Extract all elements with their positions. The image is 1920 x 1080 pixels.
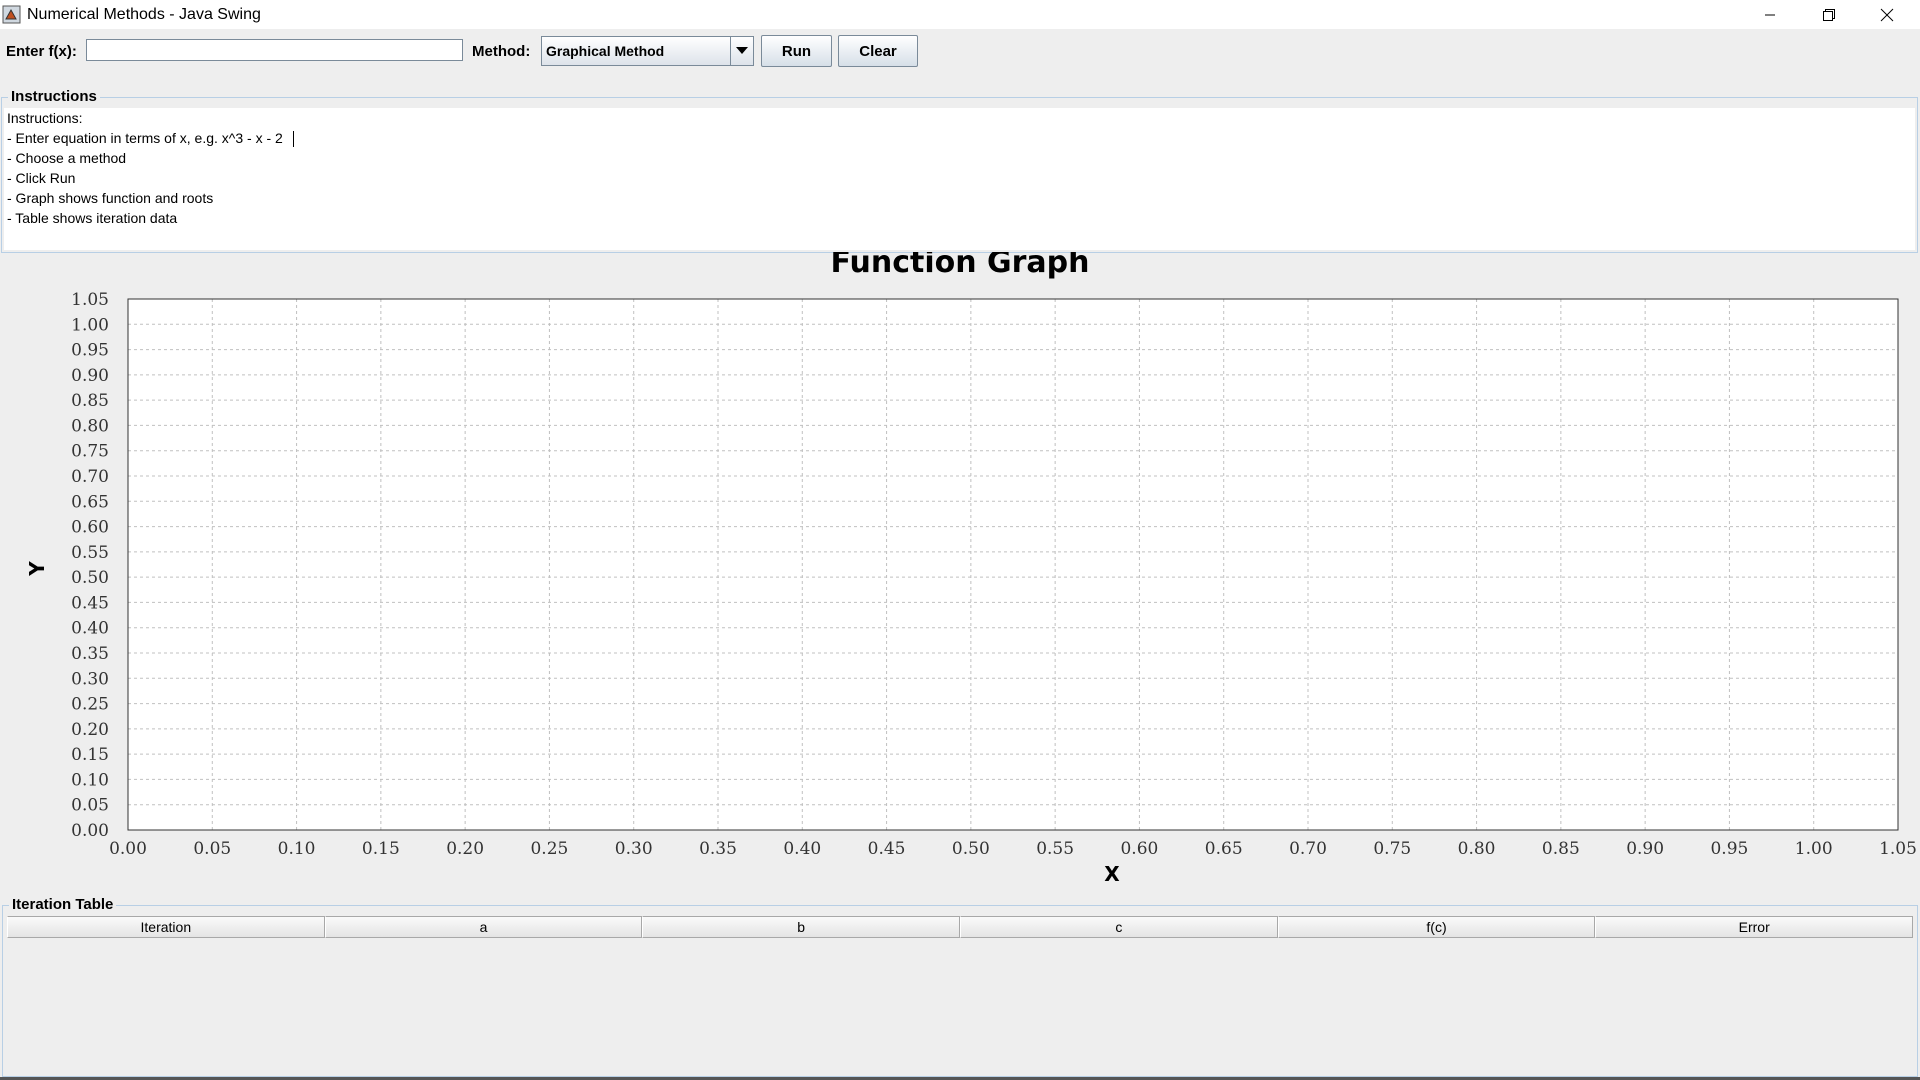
y-axis-label: Y <box>25 561 49 577</box>
title-bar: Numerical Methods - Java Swing <box>0 0 1920 29</box>
fx-input[interactable] <box>86 39 463 61</box>
x-tick-label: 0.35 <box>699 839 737 859</box>
minimize-button[interactable] <box>1741 0 1799 29</box>
restore-button[interactable] <box>1800 0 1858 29</box>
function-graph-chart[interactable]: Function Graph 0.00 0.05 0.10 0.15 0.20 0.25 0… <box>0 252 1920 892</box>
plot-background <box>128 299 1898 830</box>
window-title: Numerical Methods - Java Swing <box>27 6 261 23</box>
x-tick-label: 0.85 <box>1542 839 1580 859</box>
x-tick-label: 0.90 <box>1626 839 1664 859</box>
y-tick-label: 0.75 <box>71 442 109 462</box>
method-label: Method: <box>472 43 531 60</box>
method-select[interactable]: Graphical Method <box>541 36 754 66</box>
fx-label: Enter f(x): <box>6 43 77 60</box>
close-icon <box>1880 8 1894 21</box>
restore-icon <box>1823 8 1835 21</box>
chevron-down-icon <box>736 47 748 54</box>
column-header-error[interactable]: Error <box>1595 916 1914 938</box>
column-header-b[interactable]: b <box>642 916 961 938</box>
y-tick-label: 0.35 <box>71 644 109 664</box>
x-tick-label: 0.60 <box>1120 839 1158 859</box>
java-app-icon <box>2 5 21 24</box>
close-button[interactable] <box>1858 0 1916 29</box>
y-tick-label: 0.30 <box>71 669 109 689</box>
x-tick-label: 0.40 <box>783 839 821 859</box>
x-tick-label: 0.10 <box>278 839 316 859</box>
x-tick-label: 0.70 <box>1289 839 1327 859</box>
y-tick-label: 0.55 <box>71 543 109 563</box>
y-tick-label: 0.20 <box>71 720 109 740</box>
dropdown-arrow-button[interactable] <box>730 37 753 65</box>
x-tick-label: 0.75 <box>1373 839 1411 859</box>
x-tick-label: 0.80 <box>1458 839 1496 859</box>
y-tick-label: 0.25 <box>71 695 109 715</box>
y-tick-label: 0.40 <box>71 619 109 639</box>
y-tick-label: 1.00 <box>71 315 109 335</box>
instructions-panel: Instructions Instructions: - Enter equat… <box>1 88 1918 253</box>
x-tick-label: 1.05 <box>1879 839 1917 859</box>
y-tick-label: 0.05 <box>71 796 109 816</box>
iteration-table-title: Iteration Table <box>9 896 117 913</box>
instruction-line: - Graph shows function and roots <box>7 190 214 206</box>
x-tick-label: 0.00 <box>109 839 147 859</box>
instruction-line: - Enter equation in terms of x, e.g. x^3… <box>7 130 283 146</box>
y-tick-label: 0.90 <box>71 366 109 386</box>
x-tick-label: 0.95 <box>1710 839 1748 859</box>
column-header-iteration[interactable]: Iteration <box>7 916 325 938</box>
y-tick-label: 0.65 <box>71 492 109 512</box>
x-tick-label: 0.30 <box>615 839 653 859</box>
x-tick-label: 0.45 <box>868 839 906 859</box>
y-tick-label: 0.85 <box>71 391 109 411</box>
x-tick-label: 0.25 <box>530 839 568 859</box>
y-tick-label: 0.60 <box>71 518 109 538</box>
table-header-row: Iteration a b c f(c) Error <box>7 916 1914 938</box>
instruction-line: Instructions: <box>7 110 83 126</box>
run-button[interactable]: Run <box>761 35 832 67</box>
minimize-icon <box>1765 14 1775 15</box>
clear-button[interactable]: Clear <box>838 35 918 67</box>
y-tick-label: 0.15 <box>71 745 109 765</box>
y-tick-label: 0.50 <box>71 568 109 588</box>
x-tick-label: 0.05 <box>193 839 231 859</box>
instruction-line: - Table shows iteration data <box>7 210 178 226</box>
y-tick-label: 0.45 <box>71 593 109 613</box>
x-tick-label: 0.50 <box>952 839 990 859</box>
x-tick-label: 1.00 <box>1795 839 1833 859</box>
column-header-a[interactable]: a <box>324 916 643 938</box>
y-tick-label: 0.10 <box>71 770 109 790</box>
y-tick-label: 1.05 <box>71 290 109 310</box>
instructions-panel-title: Instructions <box>8 88 100 105</box>
iteration-table-panel: Iteration Table Iteration a b c f(c) Err… <box>2 896 1918 1077</box>
y-tick-label: 0.95 <box>71 341 109 361</box>
x-tick-label: 0.65 <box>1205 839 1243 859</box>
y-tick-label: 0.00 <box>71 821 109 841</box>
method-select-value: Graphical Method <box>546 43 665 59</box>
x-axis-label: X <box>1104 862 1120 886</box>
x-tick-label: 0.20 <box>446 839 484 859</box>
y-tick-label: 0.70 <box>71 467 109 487</box>
x-tick-label: 0.55 <box>1036 839 1074 859</box>
x-tick-label: 0.15 <box>362 839 400 859</box>
column-header-c[interactable]: c <box>960 916 1278 938</box>
text-caret <box>293 131 294 147</box>
instruction-line: - Click Run <box>7 170 76 186</box>
column-header-fc[interactable]: f(c) <box>1277 916 1596 938</box>
chart-title: Function Graph <box>830 252 1089 280</box>
instructions-text-area[interactable]: Instructions: - Enter equation in terms … <box>4 108 1915 250</box>
y-tick-label: 0.80 <box>71 416 109 436</box>
instruction-line: - Choose a method <box>7 150 127 166</box>
